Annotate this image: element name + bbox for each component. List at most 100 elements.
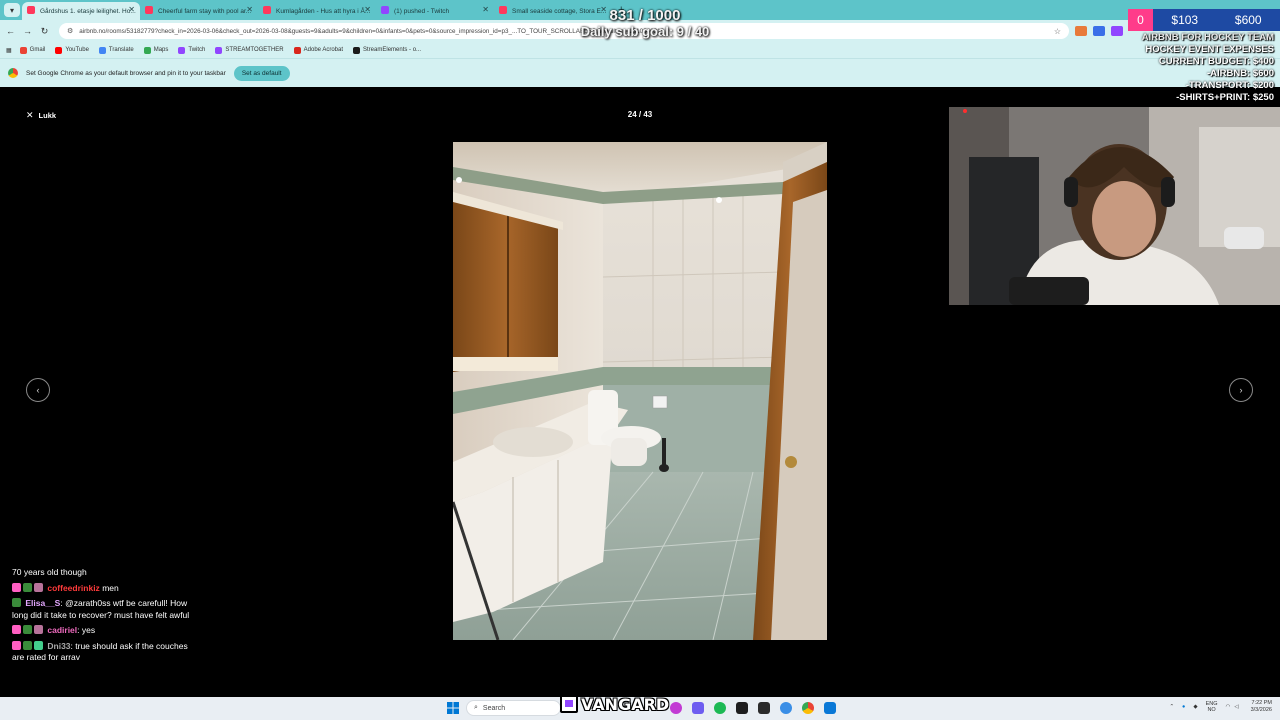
airbnb-favicon-icon: [145, 6, 153, 14]
search-placeholder: Search: [482, 704, 506, 712]
maps-icon: [143, 46, 151, 54]
chevron-up-icon[interactable]: ⌃: [1169, 704, 1174, 710]
bookmark-adobe-acrobat[interactable]: Adobe Acrobat: [293, 46, 343, 54]
subscriber-badge-icon: [12, 640, 21, 650]
bathroom-photo-image: [453, 142, 827, 640]
bookmark-streamtogether[interactable]: STREAMTOGETHER: [215, 46, 284, 54]
tab-1[interactable]: Gårdshus 1. etasje leilighet. Ho... ✕: [22, 2, 140, 20]
bookmark-translate[interactable]: Translate: [98, 46, 134, 54]
chat-text: men: [102, 582, 119, 593]
taskbar-clock[interactable]: 7:22 PM 3/3/2026: [1251, 700, 1272, 714]
infobar-message: Set Google Chrome as your default browse…: [26, 69, 226, 77]
chat-message: Elisa__S: @zarath0ss wtf be carefull! Ho…: [12, 598, 190, 620]
chat-text: yes: [81, 625, 96, 635]
reload-icon[interactable]: ↻: [36, 26, 53, 37]
chat-username: cadiriel: [47, 625, 78, 635]
twitch-icon: [215, 46, 223, 54]
gem-badge-icon: [34, 640, 43, 650]
chat-message: cadiriel: yes: [12, 625, 202, 637]
airbnb-favicon-icon: [499, 6, 507, 14]
default-browser-infobar: Set Google Chrome as your default browse…: [0, 58, 1280, 87]
tab-title: Kumlagården - Hus att hyra i Å...: [276, 7, 371, 15]
tab-search-button[interactable]: ▾: [4, 3, 20, 17]
acrobat-icon: [293, 46, 301, 54]
translate-icon: [98, 46, 106, 54]
tab-title: (1) pushed - Twitch: [394, 7, 450, 15]
close-tab-icon[interactable]: ✕: [128, 5, 135, 14]
terminal-icon[interactable]: [758, 702, 770, 714]
donation-current: $103: [1171, 13, 1199, 27]
chat-message: Dni33: true should ask if the couches ar…: [12, 640, 188, 662]
extension-icon[interactable]: [1075, 26, 1087, 36]
subscriber-badge-icon: [12, 582, 21, 592]
streamer-webcam-feed: [949, 107, 1280, 305]
previous-photo-button[interactable]: ‹: [26, 378, 50, 402]
taskbar-app-icon[interactable]: [692, 702, 704, 714]
apps-grid-icon[interactable]: ▦: [6, 47, 12, 54]
chat-username: Dni33: [47, 640, 71, 651]
chat-message: coffeedrinkiz men: [12, 582, 202, 595]
bookmarks-bar: ▦ Gmail YouTube Translate Maps Twitch ST…: [0, 42, 1280, 58]
tab-title: Cheerful farm stay with pool ar...: [158, 7, 252, 15]
language-indicator[interactable]: ENG NO: [1206, 701, 1218, 713]
stream-tag-text: VANGARD: [581, 694, 670, 714]
sword-badge-icon: [23, 640, 32, 650]
donation-counter: 0 $103 $600: [1128, 9, 1280, 31]
edge-icon[interactable]: [780, 702, 792, 714]
donation-target: $600: [1234, 13, 1262, 27]
close-tab-icon[interactable]: ✕: [364, 5, 371, 14]
close-tab-icon[interactable]: ✕: [246, 5, 253, 14]
sword-badge-icon: [23, 582, 32, 592]
extension-icon[interactable]: [1093, 26, 1105, 36]
stream-tag-overlay: VANGARD: [560, 693, 669, 715]
listing-photo: [453, 142, 827, 640]
budget-line: HOCKEY EVENT EXPENSES: [1145, 44, 1274, 55]
close-gallery-button[interactable]: ✕ Lukk: [26, 110, 56, 121]
back-arrow-icon[interactable]: ←: [2, 26, 19, 36]
taskbar-app-icon[interactable]: [670, 702, 682, 714]
tab-3[interactable]: Kumlagården - Hus att hyra i Å... ✕: [258, 2, 376, 20]
twitch-logo-icon: [560, 695, 578, 713]
taskbar-search-box[interactable]: ⌕ Search: [466, 700, 561, 716]
close-tab-icon[interactable]: ✕: [482, 5, 489, 14]
clock-date: 3/3/2026: [1250, 707, 1272, 713]
bookmark-star-icon[interactable]: ☆: [1054, 27, 1061, 36]
bookmark-streamelements[interactable]: StreamElements - o...: [353, 46, 421, 54]
airbnb-favicon-icon: [27, 6, 35, 14]
budget-line: CURRENT BUDGET: $400: [1158, 56, 1274, 67]
bookmark-gmail[interactable]: Gmail: [19, 46, 45, 54]
bookmark-twitch[interactable]: Twitch: [178, 46, 205, 54]
tab-2[interactable]: Cheerful farm stay with pool ar... ✕: [140, 2, 258, 20]
twitch-icon: [178, 46, 186, 54]
forward-arrow-icon[interactable]: →: [19, 26, 36, 36]
budget-line: -SHIRTS+PRINT: $250: [1176, 92, 1274, 103]
chrome-icon: [8, 68, 18, 78]
bookmark-maps[interactable]: Maps: [143, 46, 168, 54]
taskbar-app-icon[interactable]: [824, 702, 836, 714]
next-photo-button[interactable]: ›: [1229, 378, 1253, 402]
heart-badge-icon: [34, 582, 43, 592]
set-default-button[interactable]: Set as default: [233, 65, 290, 81]
budget-overlay: AIRBNB FOR HOCKEY TEAM HOCKEY EVENT EXPE…: [1108, 32, 1280, 104]
wifi-icon[interactable]: ◠: [1226, 704, 1231, 710]
youtube-icon: [55, 46, 63, 54]
budget-line: -TRANSPORT: $200: [1185, 80, 1274, 91]
webcam-image: [949, 107, 1280, 305]
streamelements-icon: [353, 46, 361, 54]
sub-goal-count: 831 / 1000: [609, 7, 681, 24]
site-info-icon[interactable]: ⚙: [67, 27, 73, 35]
volume-icon[interactable]: ◁: [1234, 704, 1238, 710]
chat-message: 70 years old though: [12, 567, 202, 579]
tray-app-icon[interactable]: ●: [1182, 704, 1185, 710]
sub-goal-label: Daily sub goal: 9 / 40: [580, 24, 710, 39]
windows-start-icon[interactable]: [447, 702, 459, 714]
spotify-icon[interactable]: [714, 702, 726, 714]
tray-app-icon[interactable]: ◆: [1193, 704, 1197, 710]
donation-amounts: $103 $600: [1153, 9, 1280, 31]
chrome-taskbar-icon[interactable]: [802, 702, 814, 714]
tab-4[interactable]: (1) pushed - Twitch ✕: [376, 2, 494, 20]
gmail-icon: [19, 46, 27, 54]
subscriber-badge-icon: [12, 625, 21, 634]
bookmark-youtube[interactable]: YouTube: [55, 46, 89, 54]
taskbar-app-icon[interactable]: [736, 702, 748, 714]
